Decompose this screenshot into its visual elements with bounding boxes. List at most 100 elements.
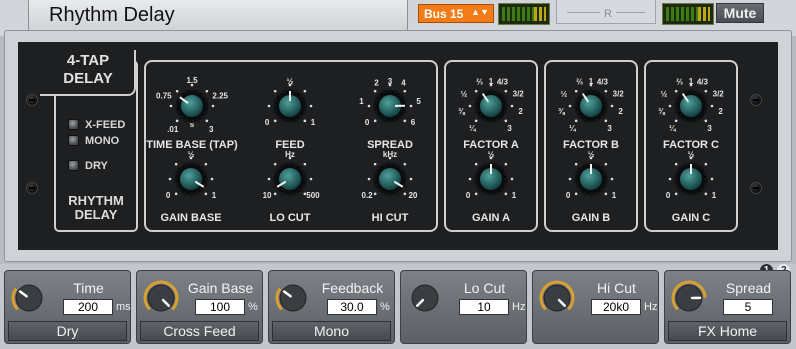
tick-dot <box>367 104 371 108</box>
title-box: Rhythm Delay <box>28 0 408 32</box>
knob-grip <box>703 183 708 187</box>
led-icon <box>68 119 79 130</box>
quick-knob[interactable] <box>537 277 577 322</box>
device-name-label: RHYTHM DELAY <box>56 194 136 222</box>
time-base-knob[interactable]: .01 0.75 1.5 2.25 3 s TIME BASE (TAP) <box>142 77 242 157</box>
knob-grip <box>689 119 693 124</box>
gain-a-knob[interactable]: 0 ½ 1 GAIN A <box>441 150 541 230</box>
knob-grip <box>273 98 278 102</box>
knob-grip <box>595 191 599 196</box>
tick-dot <box>674 162 678 166</box>
knob-grip <box>703 110 708 114</box>
knob-grip <box>478 188 482 192</box>
knob-grip <box>503 98 508 102</box>
gain-c-knob[interactable]: 0 ½ 1 GAIN C <box>641 150 741 230</box>
knob-grip <box>204 98 209 102</box>
cross-feed-button[interactable]: Cross Feed <box>140 321 259 341</box>
fx-home-button[interactable]: FX Home <box>668 321 787 341</box>
quick-knob[interactable] <box>273 277 313 322</box>
factor-a-knob[interactable]: ¼ ⅜ ½ ⅔ 1 4/3 3/2 2 3 FACTOR A <box>441 77 541 157</box>
knob-grip <box>489 119 493 124</box>
tick-label: 500 <box>306 191 320 200</box>
tick-dot <box>510 104 514 108</box>
tick-dot <box>273 89 277 93</box>
tick-dot <box>373 162 377 166</box>
quick-control-value[interactable]: 10 <box>459 299 509 315</box>
tick-dot <box>704 119 708 123</box>
knob-grip <box>683 191 687 196</box>
quick-control-value[interactable]: 5 <box>723 299 773 315</box>
quick-control: Hi Cut 20k0 Hz <box>532 270 659 344</box>
factor-b-knob[interactable]: ¼ ⅜ ½ ⅔ 1 4/3 3/2 2 3 FACTOR B <box>541 77 641 157</box>
quick-control-value[interactable]: 100 <box>195 299 245 315</box>
spread-knob[interactable]: 0123456 SPREAD <box>340 77 440 157</box>
knob-grip <box>204 177 209 181</box>
tick-label: ½ <box>488 150 495 159</box>
tick-label: 2.25 <box>212 92 228 101</box>
feed-knob[interactable]: 0½1 FEED <box>240 77 340 157</box>
knob-grip <box>478 93 482 97</box>
quick-control: Feedback 30.0 % Mono <box>268 270 395 344</box>
gain-base-knob[interactable]: 0 ½ 1 GAIN BASE <box>141 150 241 230</box>
tick-dot <box>175 89 179 93</box>
tick-dot <box>510 177 514 181</box>
bus-select[interactable]: Bus 15 ▲▼ <box>418 4 494 23</box>
quick-knob[interactable] <box>669 277 709 322</box>
tick-dot <box>610 104 614 108</box>
knob-grip <box>473 104 478 108</box>
mono-button[interactable]: Mono <box>272 321 391 341</box>
knob-grip <box>674 183 679 187</box>
updown-arrow-icon: ▲▼ <box>471 7 489 17</box>
tick-label: ⅔ <box>576 78 583 87</box>
knob-grip <box>288 161 292 166</box>
quick-control-unit: Hz <box>644 301 658 313</box>
tick-dot <box>205 89 209 93</box>
routing-display[interactable]: R <box>556 0 656 24</box>
quick-control-unit: ms <box>116 301 131 313</box>
quick-control-name: Time <box>73 280 104 296</box>
knob-grip <box>175 98 180 102</box>
knob-grip <box>377 93 381 97</box>
knob-grip <box>589 119 593 124</box>
knob-grip <box>495 118 499 123</box>
knob-grip <box>402 110 407 114</box>
knob-dial-icon: ¼⅜ ½⅔ 1 4/3 3/2 23 <box>558 77 624 133</box>
tick-label: ½ <box>188 150 195 159</box>
quick-control-value[interactable]: 20k0 <box>591 299 641 315</box>
knob-grip <box>377 188 381 192</box>
knob-grip <box>302 171 307 175</box>
knob-grip <box>196 89 200 94</box>
knob-grip <box>495 162 499 167</box>
knob-grip <box>604 104 609 108</box>
quick-control: Spread 5 FX Home <box>664 270 791 344</box>
quick-control-value[interactable]: 200 <box>63 299 113 315</box>
knob-grip <box>173 177 178 181</box>
gain-b-knob[interactable]: 0 ½ 1 GAIN B <box>541 150 641 230</box>
lo-cut-knob[interactable]: 10 Hz 500 LO CUT <box>240 150 340 230</box>
quick-knob[interactable] <box>9 277 49 322</box>
hi-cut-knob[interactable]: 0.2 kHz 20 HI CUT <box>340 150 440 230</box>
mute-button[interactable]: Mute <box>716 3 764 23</box>
quick-knob[interactable] <box>405 277 445 322</box>
knob-grip <box>178 166 182 170</box>
input-level-meter <box>498 3 550 25</box>
knob-grip <box>195 162 199 167</box>
dry-switch[interactable]: DRY <box>68 160 108 174</box>
knob-grip <box>595 162 599 167</box>
quick-control-value[interactable]: 30.0 <box>327 299 377 315</box>
factor-c-knob[interactable]: ¼ ⅜ ½ ⅔ 1 4/3 3/2 2 3 FACTOR C <box>641 77 741 157</box>
tick-label: 0.2 <box>362 191 374 200</box>
tick-label: 0 <box>466 191 471 200</box>
knob-grip <box>574 98 579 102</box>
mono-switch[interactable]: MONO <box>68 135 119 149</box>
tick-label: .01 <box>167 125 179 134</box>
quick-knob[interactable] <box>141 277 181 322</box>
dry-button[interactable]: Dry <box>8 321 127 341</box>
knob-dial-icon: 0 ½ 1 <box>666 150 717 200</box>
screw-icon <box>750 182 762 194</box>
knob-grip <box>394 191 398 196</box>
xfeed-switch[interactable]: X-FEED <box>68 119 125 133</box>
knob-grip <box>388 88 392 93</box>
tick-dot <box>474 89 478 93</box>
tick-dot <box>175 119 179 123</box>
